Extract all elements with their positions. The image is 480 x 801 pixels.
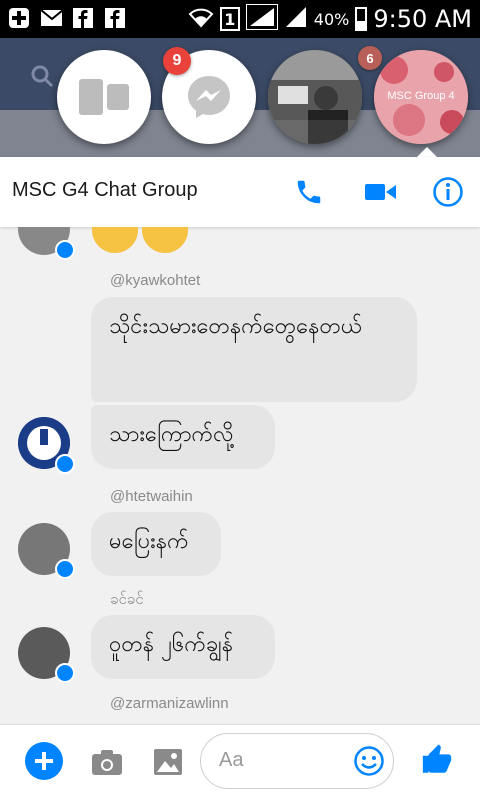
- sender-name: @zarmanizawlinn: [110, 695, 229, 712]
- messenger-badge: 9: [163, 47, 191, 75]
- video-call-icon[interactable]: [364, 175, 398, 209]
- windows-icon: [79, 79, 129, 115]
- sender-name: @htetwaihin: [110, 488, 193, 505]
- message-list[interactable]: @kyawkohtet သိုင်းသမားတေနက်တွေနေတယ် သားက…: [0, 227, 480, 717]
- wifi-icon: [188, 6, 214, 32]
- emoji-sticker: [142, 227, 188, 253]
- chat-title: MSC G4 Chat Group: [12, 179, 198, 201]
- emoji-sticker: [92, 227, 138, 253]
- facebook-icon: [72, 7, 94, 29]
- messenger-mini-badge: [55, 454, 75, 474]
- facebook-icon: [104, 7, 126, 29]
- multitask-head[interactable]: [57, 50, 151, 144]
- search-icon: [30, 64, 54, 88]
- message-input[interactable]: [217, 748, 341, 773]
- camera-icon[interactable]: [90, 745, 124, 779]
- messenger-icon: [188, 76, 230, 118]
- composer: [0, 724, 480, 801]
- sim-indicator: 1: [219, 7, 240, 31]
- emoji-icon[interactable]: [353, 745, 385, 777]
- thumbs-up-icon[interactable]: [420, 743, 454, 777]
- contact-head[interactable]: [268, 50, 362, 144]
- message-bubble[interactable]: မပြေးနက်: [91, 512, 221, 576]
- add-notification-icon: [8, 7, 30, 29]
- gallery-icon[interactable]: [151, 745, 185, 779]
- contact-photo: [268, 50, 362, 144]
- status-bar: 1 40% 9:50 AM: [0, 0, 480, 38]
- clock: 9:50 AM: [373, 5, 472, 33]
- battery-percent: 40%: [313, 9, 350, 29]
- phone-icon[interactable]: [292, 175, 326, 209]
- messenger-mini-badge: [55, 559, 75, 579]
- signal-icon: [244, 3, 279, 34]
- sender-name: ခင်ခင်: [110, 591, 144, 608]
- chat-panel: MSC G4 Chat Group @kyawkohtet သိုင်းသမား…: [0, 157, 480, 801]
- sender-name: @kyawkohtet: [110, 272, 201, 289]
- add-button[interactable]: [25, 742, 63, 780]
- message-bubble[interactable]: ဝူတန် ၂၆က်ချွန်: [91, 615, 275, 679]
- message-bubble[interactable]: သားကြောက်လို့: [91, 405, 275, 469]
- signal-icon: [284, 5, 308, 33]
- messenger-mini-badge: [55, 663, 75, 683]
- message-input-box[interactable]: [200, 733, 394, 789]
- group-head[interactable]: MSC Group 4: [374, 50, 468, 144]
- mail-icon: [40, 7, 62, 29]
- contact-badge: 6: [358, 46, 382, 70]
- messenger-mini-badge: [55, 240, 75, 260]
- chat-header: MSC G4 Chat Group: [0, 157, 480, 227]
- battery-icon: [355, 7, 368, 31]
- group-head-label: MSC Group 4: [387, 90, 455, 102]
- message-bubble[interactable]: သိုင်းသမားတေနက်တွေနေတယ်: [91, 297, 417, 402]
- plus-icon: [35, 752, 53, 770]
- info-icon[interactable]: [431, 175, 465, 209]
